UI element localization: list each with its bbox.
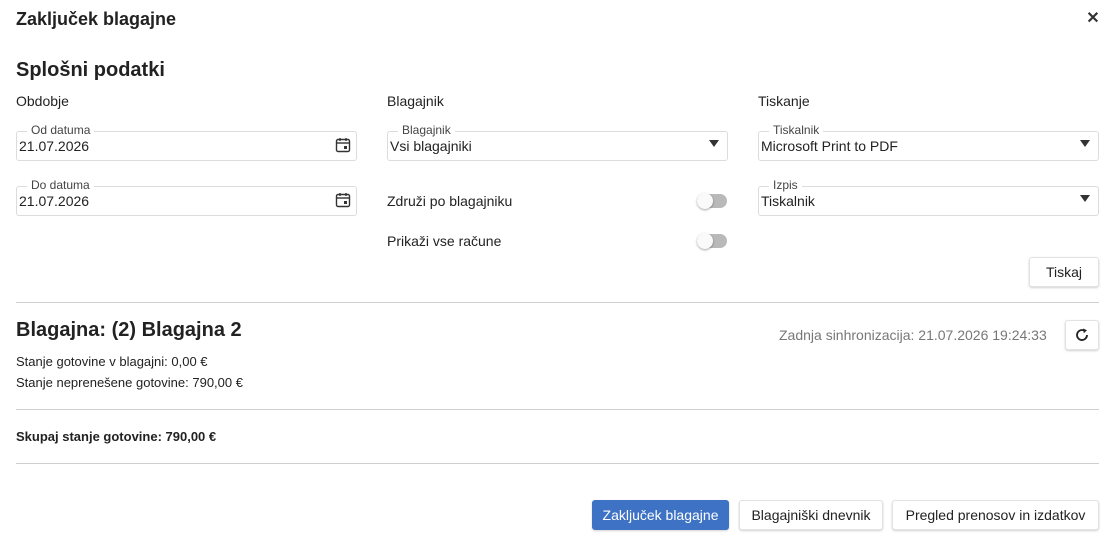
printer-select-legend: Tiskalnik — [769, 123, 824, 137]
toggle-knob — [697, 193, 713, 209]
period-label: Obdobje — [16, 93, 69, 109]
show-all-receipts-label: Prikaži vse račune — [387, 233, 502, 249]
section-title: Splošni podatki — [16, 59, 165, 81]
last-sync-text: Zadnja sinhronizacija: 21.07.2026 19:24:… — [779, 327, 1047, 343]
cash-journal-button[interactable]: Blagajniški dnevnik — [739, 500, 883, 530]
register-title: Blagajna: (2) Blagajna 2 — [16, 319, 242, 341]
show-all-receipts-toggle[interactable] — [697, 233, 727, 249]
cashier-select-value: Vsi blagajniki — [390, 138, 472, 154]
group-by-cashier-label: Združi po blagajniku — [387, 193, 513, 209]
chevron-down-icon[interactable] — [1080, 140, 1090, 147]
to-date-field[interactable]: Do datuma 21.07.2026 — [16, 178, 357, 216]
dialog-title: Zaključek blagajne — [16, 9, 177, 29]
printing-label: Tiskanje — [758, 93, 810, 109]
untransferred-cash-text: Stanje neprenešene gotovine: 790,00 € — [16, 375, 243, 390]
output-select[interactable]: Izpis Tiskalnik — [758, 178, 1099, 216]
group-by-cashier-toggle[interactable] — [697, 193, 727, 209]
calendar-icon[interactable] — [335, 137, 351, 153]
printer-select[interactable]: Tiskalnik Microsoft Print to PDF — [758, 123, 1099, 161]
from-date-legend: Od datuma — [27, 123, 95, 137]
cash-balance-text: Stanje gotovine v blagajni: 0,00 € — [16, 354, 208, 369]
refresh-icon — [1076, 328, 1088, 341]
print-button[interactable]: Tiskaj — [1029, 257, 1099, 287]
from-date-value: 21.07.2026 — [19, 138, 90, 154]
calendar-icon[interactable] — [335, 192, 351, 208]
output-select-legend: Izpis — [769, 178, 802, 192]
divider — [16, 302, 1099, 303]
cashier-label: Blagajnik — [387, 93, 444, 109]
close-icon[interactable]: ✕ — [1083, 8, 1103, 30]
transfers-overview-button[interactable]: Pregled prenosov in izdatkov — [892, 500, 1099, 530]
printer-select-value: Microsoft Print to PDF — [761, 138, 898, 154]
cashier-select[interactable]: Blagajnik Vsi blagajniki — [387, 123, 728, 161]
divider — [16, 409, 1099, 410]
divider — [16, 463, 1099, 464]
total-cash-text: Skupaj stanje gotovine: 790,00 € — [16, 429, 217, 444]
chevron-down-icon[interactable] — [1080, 195, 1090, 202]
cashier-select-legend: Blagajnik — [398, 123, 455, 137]
close-register-button[interactable]: Zaključek blagajne — [592, 500, 729, 530]
from-date-field[interactable]: Od datuma 21.07.2026 — [16, 123, 357, 161]
to-date-legend: Do datuma — [27, 178, 94, 192]
chevron-down-icon[interactable] — [709, 140, 719, 147]
refresh-button[interactable] — [1065, 320, 1099, 350]
toggle-knob — [697, 233, 713, 249]
to-date-value: 21.07.2026 — [19, 193, 90, 209]
output-select-value: Tiskalnik — [761, 193, 815, 209]
